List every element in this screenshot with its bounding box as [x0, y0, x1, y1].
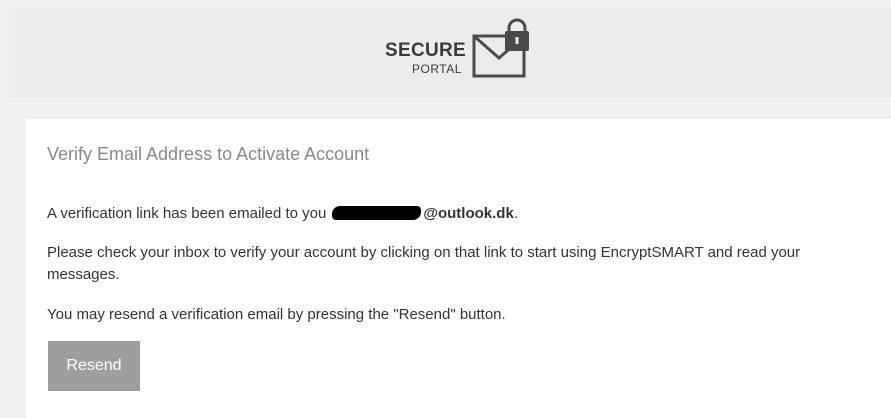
- resend-button[interactable]: Resend: [48, 341, 140, 391]
- verify-email-card: Verify Email Address to Activate Account…: [26, 119, 891, 418]
- check-inbox-text: Please check your inbox to verify your a…: [47, 244, 801, 283]
- verification-sent-prefix: A verification link has been emailed to …: [47, 205, 327, 222]
- resend-instructions-text: You may resend a verification email by p…: [47, 306, 506, 323]
- redacted-email-mark: [332, 206, 422, 220]
- page-title: Verify Email Address to Activate Account: [47, 144, 370, 164]
- verification-sent-text: A verification link has been emailed to …: [47, 203, 867, 225]
- secure-portal-logo: SECURE PORTAL: [385, 18, 545, 83]
- portal-header: SECURE PORTAL: [9, 8, 891, 98]
- logo-word-secure: SECURE: [385, 40, 466, 61]
- email-domain: @outlook.dk: [423, 205, 514, 222]
- logo-word-portal: PORTAL: [412, 62, 462, 76]
- envelope-lock-icon: [472, 18, 529, 78]
- sentence-period: .: [513, 205, 518, 222]
